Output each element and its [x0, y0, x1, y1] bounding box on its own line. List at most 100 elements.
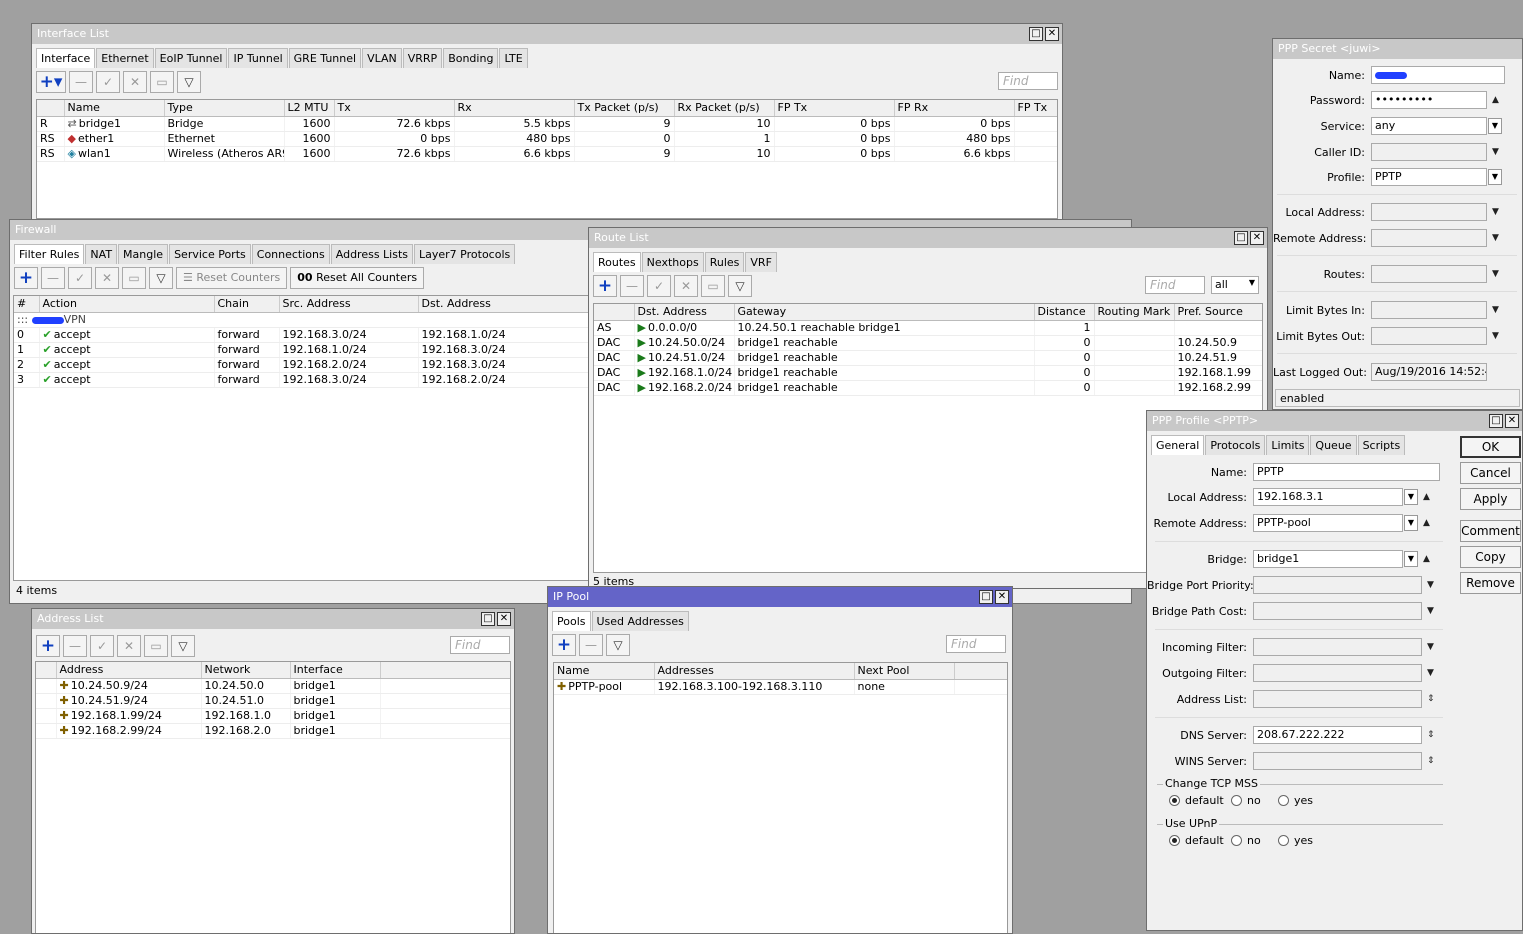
limit-bytes-out-field[interactable]	[1371, 327, 1487, 345]
address-list-field[interactable]	[1253, 690, 1422, 708]
table-row[interactable]: ✚ 192.168.2.99/24 192.168.2.0 bridge1	[36, 723, 510, 739]
collapse-up-icon[interactable]: ▲	[1423, 492, 1430, 502]
maximize-icon[interactable]: □	[1234, 231, 1248, 245]
collapse-up-icon[interactable]: ▲	[1492, 95, 1499, 105]
add-icon[interactable]: +	[593, 275, 617, 297]
chevron-down-icon[interactable]: ▼	[1404, 515, 1418, 531]
table-row[interactable]: ✚ 192.168.1.99/24 192.168.1.0 bridge1	[36, 708, 510, 724]
reset-all-counters-button[interactable]: 00 Reset All Counters	[290, 267, 425, 289]
col-name[interactable]: Name	[554, 663, 655, 680]
remove-icon[interactable]: —	[69, 71, 93, 93]
col-flags[interactable]	[594, 304, 635, 321]
add-icon[interactable]: +▾	[36, 71, 66, 93]
comment-icon[interactable]: ▭	[122, 267, 146, 289]
close-icon[interactable]: ✕	[1250, 231, 1264, 245]
col-src-address[interactable]: Src. Address	[279, 296, 419, 313]
col-flags[interactable]	[37, 100, 65, 117]
wins-server-field[interactable]	[1253, 752, 1422, 770]
table-row[interactable]: ✚ 10.24.51.9/24 10.24.51.0 bridge1	[36, 693, 510, 709]
add-icon[interactable]: +	[36, 635, 60, 657]
table-row[interactable]: ✚ 10.24.50.9/24 10.24.50.0 bridge1	[36, 678, 510, 694]
table-row[interactable]: DAC ▶ 10.24.50.0/24 bridge1 reachable 0 10.24…	[594, 335, 1262, 351]
updown-icon[interactable]: ⇕	[1427, 694, 1435, 704]
maximize-icon[interactable]: □	[1029, 27, 1043, 41]
enable-icon[interactable]: ✓	[68, 267, 92, 289]
col-addresses[interactable]: Addresses	[654, 663, 855, 680]
tab-nexthops[interactable]: Nexthops	[641, 252, 704, 272]
col-interface[interactable]: Interface	[290, 662, 381, 679]
name-field[interactable]	[1371, 66, 1505, 84]
tab-filter-rules[interactable]: Filter Rules	[14, 244, 85, 264]
tab-vlan[interactable]: VLAN	[362, 48, 402, 68]
profile-select[interactable]: PPTP	[1371, 168, 1487, 186]
tab-gre-tunnel[interactable]: GRE Tunnel	[288, 48, 362, 68]
bridge-field[interactable]: bridge1	[1253, 550, 1403, 568]
col-fp-tx2[interactable]: FP Tx	[1014, 100, 1057, 117]
cancel-button[interactable]: Cancel	[1460, 462, 1521, 484]
col-chain[interactable]: Chain	[214, 296, 280, 313]
mss-default-radio[interactable]: default	[1169, 794, 1224, 807]
comment-row[interactable]: ::: VPN	[14, 312, 588, 328]
table-row[interactable]: 0 ✔ accept forward 192.168.3.0/24 192.168.1.0…	[14, 327, 588, 343]
dns-server-field[interactable]: 208.67.222.222	[1253, 726, 1422, 744]
remove-icon[interactable]: —	[620, 275, 644, 297]
upnp-no-radio[interactable]: no	[1231, 834, 1261, 847]
col-action[interactable]: Action	[39, 296, 215, 313]
col-dst-address[interactable]: Dst. Address	[418, 296, 588, 313]
tab-ethernet[interactable]: Ethernet	[96, 48, 154, 68]
filter-icon[interactable]: ▽	[728, 275, 752, 297]
col-gateway[interactable]: Gateway	[734, 304, 1035, 321]
tab-vrrp[interactable]: VRRP	[402, 48, 443, 68]
table-row[interactable]: DAC ▶ 192.168.1.0/24 bridge1 reachable 0 192.…	[594, 365, 1262, 381]
remove-button[interactable]: Remove	[1460, 572, 1521, 594]
col-l2mtu[interactable]: L2 MTU	[284, 100, 335, 117]
outgoing-filter-field[interactable]	[1253, 664, 1422, 682]
disable-icon[interactable]: ✕	[123, 71, 147, 93]
enable-icon[interactable]: ✓	[647, 275, 671, 297]
remote-address-field[interactable]	[1371, 229, 1487, 247]
col-network[interactable]: Network	[201, 662, 291, 679]
bridge-port-priority-field[interactable]	[1253, 576, 1422, 594]
col-dst-address[interactable]: Dst. Address	[634, 304, 735, 321]
incoming-filter-field[interactable]	[1253, 638, 1422, 656]
comment-icon[interactable]: ▭	[701, 275, 725, 297]
close-icon[interactable]: ✕	[995, 590, 1009, 604]
table-row[interactable]: DAC ▶ 10.24.51.0/24 bridge1 reachable 0 10.24…	[594, 350, 1262, 366]
col-type[interactable]: Type	[164, 100, 285, 117]
find-input[interactable]: Find	[450, 636, 510, 654]
remove-icon[interactable]: —	[579, 634, 603, 656]
tab-scripts[interactable]: Scripts	[1357, 435, 1406, 455]
table-row[interactable]: 3 ✔ accept forward 192.168.3.0/24 192.168.2.0…	[14, 372, 588, 388]
chevron-down-icon[interactable]: ▼	[1404, 551, 1418, 567]
table-row[interactable]: R ⇄ bridge1 Bridge 1600 72.6 kbps 5.5 kbps 9 10 0…	[37, 116, 1057, 132]
comment-button[interactable]: Comment	[1460, 520, 1521, 542]
maximize-icon[interactable]: □	[979, 590, 993, 604]
tab-limits[interactable]: Limits	[1266, 435, 1310, 455]
col-distance[interactable]: Distance	[1034, 304, 1095, 321]
disable-icon[interactable]: ✕	[674, 275, 698, 297]
remote-address-field[interactable]: PPTP-pool	[1253, 514, 1403, 532]
copy-button[interactable]: Copy	[1460, 546, 1521, 568]
filter-icon[interactable]: ▽	[171, 635, 195, 657]
routes-field[interactable]	[1371, 265, 1487, 283]
filter-icon[interactable]: ▽	[177, 71, 201, 93]
chevron-down-icon[interactable]: ▼	[1427, 580, 1434, 590]
tab-rules[interactable]: Rules	[704, 252, 745, 272]
table-row[interactable]: RS ◆ ether1 Ethernet 1600 0 bps 480 bps 0 1 0 bps…	[37, 131, 1057, 147]
local-address-field[interactable]: 192.168.3.1	[1253, 488, 1403, 506]
tab-general[interactable]: General	[1151, 435, 1205, 455]
filter-icon[interactable]: ▽	[606, 634, 630, 656]
add-icon[interactable]: +	[552, 634, 576, 656]
filter-icon[interactable]: ▽	[149, 267, 173, 289]
tab-service-ports[interactable]: Service Ports	[169, 244, 251, 264]
find-input[interactable]: Find	[998, 72, 1058, 90]
col-rx[interactable]: Rx	[454, 100, 575, 117]
col-fp-tx[interactable]: FP Tx	[774, 100, 895, 117]
tab-used-addresses[interactable]: Used Addresses	[591, 611, 689, 631]
tab-routes[interactable]: Routes	[593, 252, 641, 272]
tab-vrf[interactable]: VRF	[745, 252, 777, 272]
chevron-down-icon[interactable]: ▼	[1427, 668, 1434, 678]
add-icon[interactable]: +	[14, 267, 38, 289]
table-row[interactable]: AS ▶ 0.0.0.0/0 10.24.50.1 reachable bridge1…	[594, 320, 1262, 336]
col-address[interactable]: Address	[56, 662, 202, 679]
